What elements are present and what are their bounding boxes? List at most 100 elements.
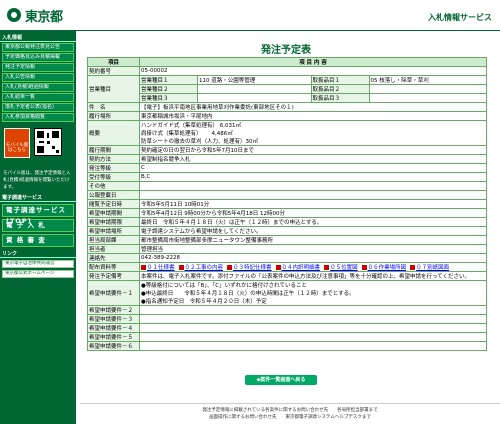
value-line: 防草シートの撤去の草刈（人力、処理有）30㎡	[141, 139, 259, 145]
row-label: 営業種目	[87, 75, 140, 103]
row-value	[139, 341, 487, 351]
attachment-link[interactable]: ０２工事の内容	[178, 264, 223, 271]
row-label: その他	[87, 181, 140, 191]
row-value	[139, 314, 487, 324]
sidebar-section-bid-info: 入札情報	[0, 34, 76, 42]
row-value: 契約確定の日の翌日から令和5年7月10日まで	[139, 145, 487, 155]
pdf-icon	[361, 265, 367, 270]
row-value: ●等級格付については「B」、「C」いずれかに格付けされていること ●申込最終日 令…	[139, 280, 487, 306]
pdf-icon	[275, 265, 281, 270]
attachment-label: ０１仕様書	[147, 265, 175, 271]
page-title: 発注予定表	[261, 45, 311, 56]
row-value: 希望制指名競争入札	[139, 154, 487, 164]
row-label: 閲覧予定日時	[87, 199, 140, 209]
tokyo-logo[interactable]: 東京都	[6, 6, 78, 25]
attachment-link[interactable]: ０６作業場所図	[361, 264, 407, 271]
logo-text: 東京都	[25, 9, 63, 25]
attachment-link[interactable]: ０４内訳明細書	[275, 264, 320, 271]
row-label: 履行場所	[87, 111, 140, 121]
table-row: 担当者 管理担当	[87, 244, 487, 254]
table-row: 営業種目３ 取扱品目３	[88, 93, 488, 103]
order-schedule-table: 項目項 目 内 容 契約番号 05-00002 営業種目 営業種目１ 110 道路・公園…	[87, 57, 488, 351]
attachment-label: ０６作業場所図	[367, 265, 407, 271]
sidebar-item[interactable]: 予定価格見込み見積掲載	[2, 53, 74, 62]
qr-code-icon	[34, 128, 62, 156]
tokyo-emblem-icon	[6, 7, 22, 23]
link-joint-operation[interactable]: 東京電子自治体共同運営	[2, 260, 74, 268]
sub-label: 営業種目２	[139, 84, 198, 94]
row-label: 契約方法	[87, 154, 140, 164]
pdf-icon	[141, 265, 146, 270]
mobile-button[interactable]: モバイル版はこちら	[4, 128, 30, 158]
sidebar-item[interactable]: 入札参加資格閲覧	[2, 113, 74, 122]
table-row: 件 名【電子】板浜平南地区事業用地草刈作業委託(東部地区その１)	[87, 102, 487, 112]
row-label: 受付等級	[87, 172, 140, 182]
attachment-label: ０５位置図	[330, 265, 358, 271]
table-row: 営業種目２ 取扱品目２	[88, 84, 488, 94]
sidebar-item[interactable]: 発注予定情報	[2, 63, 74, 72]
attachment-link[interactable]: ０７別紙図面	[410, 264, 449, 271]
row-label: 希望申請要件－６	[87, 341, 140, 351]
header-item: 項目	[87, 57, 140, 67]
row-value: B,C	[139, 172, 487, 182]
table-row: 受付等級 B,C	[87, 172, 487, 182]
main-content: 発注予定表 項目項 目 内 容 契約番号 05-00002 営業種目 営業種目１ 110…	[80, 31, 500, 424]
link-tokyo-homepage[interactable]: 東京都公式ホームページ	[2, 270, 74, 278]
back-to-list-button[interactable]: ◆案件一覧画面へ戻る	[245, 375, 317, 385]
row-value	[139, 332, 487, 342]
attachment-link[interactable]: ０３特記仕様書	[227, 264, 272, 271]
row-label: 希望申請要件－１	[87, 280, 140, 306]
procurement-top-button[interactable]: 電子調達サービス(TOP)	[2, 204, 74, 225]
table-row: 希望申請場所 電子調達システムから希望申請をしてください。	[87, 226, 487, 236]
sub-label: 営業種目１	[139, 75, 198, 85]
table-row: 希望申請要件－５	[87, 332, 487, 342]
sub-label: 取扱品目３	[310, 93, 370, 103]
row-value: 05-00002	[139, 66, 487, 76]
attachment-link[interactable]: ０１仕様書	[141, 264, 175, 271]
pdf-icon	[178, 265, 184, 270]
row-value	[139, 190, 487, 200]
footer-line: 発注予定情報に掲載されている各案件に関するお問い合わせ先 各局所担当部署まで	[202, 408, 378, 413]
sub-value: 110 道路・公園等管理	[197, 75, 312, 85]
sidebar-item[interactable]: 入札(見積)経過情報	[2, 83, 74, 92]
sub-value	[368, 93, 488, 103]
row-label: 希望申請期限	[87, 217, 140, 227]
table-row: 配布資料等 ０１仕様書 ０２工事の内容 ０３特記仕様書 ０４内訳明細書 ０５位置図 ０６作業…	[87, 262, 487, 272]
sidebar: 入札情報 東京都公報発注表見公告 予定価格見込み見積掲載 発注予定情報 入札公告…	[0, 31, 76, 424]
row-value: 令和5年5月11日 10時01分	[139, 199, 487, 209]
value-line: 本案件は、電子入札案件です。添付ファイルの「公表案件の申込方法及び注意事項」等を…	[141, 274, 471, 280]
sub-label: 営業種目３	[139, 93, 198, 103]
table-row: 希望申請要件－４	[87, 323, 487, 333]
row-value: C	[139, 163, 487, 173]
sidebar-item[interactable]: 入札結果一覧	[2, 93, 74, 102]
row-label: 希望申請要件－３	[87, 314, 140, 324]
sub-value	[197, 84, 312, 94]
row-label: 件 名	[87, 102, 140, 112]
row-label: 履行期間	[87, 145, 140, 155]
sidebar-item[interactable]: 東京都公報発注表見公告	[2, 43, 74, 52]
pdf-icon	[324, 265, 330, 270]
row-label: 希望申請要件－５	[87, 332, 140, 342]
row-label: 担当者	[87, 244, 140, 254]
row-value	[139, 305, 487, 315]
table-row: 契約方法 希望制指名競争入札	[87, 154, 487, 164]
header-content: 項 目 内 容	[139, 57, 487, 67]
attachment-link[interactable]: ０５位置図	[324, 264, 358, 271]
sidebar-section-links: リンク	[0, 250, 76, 258]
row-value: 【電子】板浜平南地区事業用地草刈作業委託(東部地区その１)	[139, 102, 487, 112]
value-line: ●申込最終日 令和５年４月１８日（火）の申込時間は正午（１２時）までとする。	[141, 291, 355, 297]
value-line: 肩掛け式（集草処理有） 4,486㎡	[141, 131, 233, 137]
sidebar-item[interactable]: 入札公告情報	[2, 73, 74, 82]
row-label: 配布資料等	[87, 262, 140, 272]
footer-line: 画面操作に関するお問い合わせ先 東京都電子調達システムヘルプデスクまで	[209, 415, 371, 420]
table-row: 履行期間 契約確定の日の翌日から令和5年7月10日まで	[87, 145, 487, 155]
row-label: 担当局部課	[87, 235, 140, 245]
e-bidding-button[interactable]: 電 子 入 札	[2, 219, 74, 232]
qualification-button[interactable]: 資 格 審 査	[2, 234, 74, 247]
sidebar-item[interactable]: 落札予定者公表(指名)	[2, 103, 74, 112]
attachment-label: ０３特記仕様書	[233, 265, 272, 271]
row-label: 公報登載日	[87, 190, 140, 200]
row-label: 発注等級	[87, 163, 140, 173]
table-row: 発注予定備考 本案件は、電子入札案件です。添付ファイルの「公表案件の申込方法及び注…	[87, 271, 487, 281]
value-line: ハンドガイド式（集草処理有） 6,031㎡	[141, 123, 241, 129]
